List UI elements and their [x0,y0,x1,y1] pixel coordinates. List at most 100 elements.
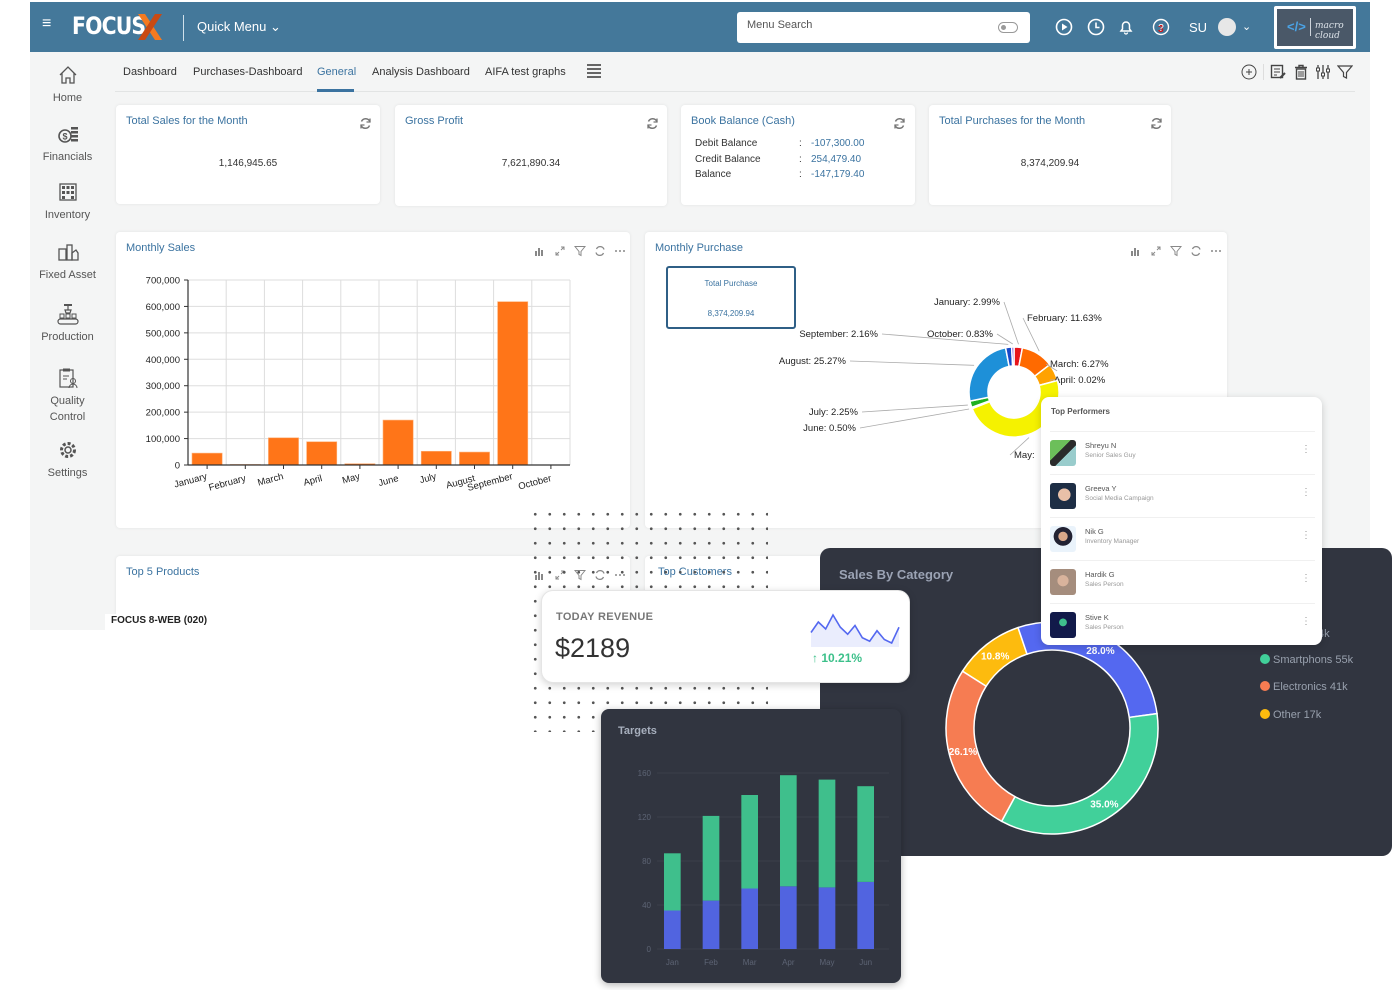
quick-menu-label: Quick Menu [197,19,267,34]
top-performers-card: Top Performers Shreyu N Senior Sales Guy… [1041,397,1322,645]
toolbar-divider [1263,64,1264,80]
hamburger-menu-icon[interactable]: ≡ [42,16,56,32]
sidebar-label: Home [52,92,83,104]
leader-line [996,333,1013,345]
refresh-icon[interactable] [1150,117,1163,130]
delete-icon[interactable] [1293,64,1309,80]
stacked-bar-segment [857,881,874,949]
footer-version-label: FOCUS 8-WEB (020) [111,615,208,626]
monthly-sales-card: Monthly Sales 0 100,000 200,000 300,000 400,… [116,232,630,528]
targets-stacked-bar-chart: 0 40 80 120 160 Jan Feb Mar Apr May Jun [638,769,889,967]
credit-balance-value: 254,479.40 [811,154,862,165]
x-tick-label: April [302,473,323,489]
leader-line [859,408,970,429]
performer-name: Nik G [1085,527,1104,536]
sidebar-item-fixed-asset[interactable]: Fixed Asset [30,241,105,283]
tab-aifa-test-graphs[interactable]: AIFA test graphs [485,66,566,78]
gear-icon [59,442,76,458]
quick-menu-button[interactable]: Quick Menu ⌄ [197,19,281,35]
y-tick-label: 100,000 [146,434,180,445]
add-icon[interactable] [1241,64,1257,80]
brand-name: macro cloud [1315,21,1344,41]
filter-icon[interactable] [1336,64,1354,80]
kpi-value: 7,621,890.34 [501,158,561,169]
refresh-icon[interactable] [893,117,906,130]
tab-general[interactable]: General [317,66,356,78]
sidebar-label: Fixed Asset [39,269,96,281]
colon: : [799,138,802,149]
y-tick-label: 80 [642,857,651,866]
performer-row[interactable]: Hardik G Sales Person ⋮ [1050,560,1315,602]
bar [382,419,414,466]
svg-text:?: ? [1158,23,1164,34]
sidebar-item-financials[interactable]: $ Financials [30,123,105,165]
top-bar: ≡ FOCUS Quick Menu ⌄ Menu Search 3 ? SU … [30,2,1370,52]
slice-label: February: 11.63% [1027,313,1102,324]
y-tick-label: 600,000 [146,302,180,313]
search-toggle[interactable] [998,22,1018,33]
performer-row[interactable]: Shreyu N Senior Sales Guy ⋮ [1050,431,1315,473]
menu-search-box [737,12,1030,43]
building-icon [57,244,79,261]
play-icon[interactable] [1055,18,1073,36]
stacked-bar-segment [741,888,758,949]
today-revenue-label: TODAY REVENUE [556,611,654,623]
slice-label: 10.8% [981,652,1009,663]
slice-label: September: 2.16% [799,329,878,340]
performer-row[interactable]: Nik G Inventory Manager ⋮ [1050,517,1315,559]
tab-purchases-dashboard[interactable]: Purchases-Dashboard [193,66,302,78]
slice-label: June: 0.50% [803,423,856,434]
legend-item-smartphones: Smartphons 55k [1260,654,1353,666]
sidebar-item-settings[interactable]: Settings [30,439,105,481]
more-options-icon[interactable]: ⋮ [1301,573,1311,584]
y-tick-label: 300,000 [146,381,180,392]
focus-x-logo-icon [138,14,162,40]
performer-row[interactable]: Greeva Y Social Media Campaign ⋮ [1050,474,1315,516]
y-tick-label: 160 [638,769,652,778]
tabs-list-icon[interactable] [587,64,601,78]
debit-balance-label: Debit Balance [695,138,758,149]
more-options-icon[interactable]: ⋮ [1301,487,1311,498]
performer-name: Greeva Y [1085,484,1117,493]
today-revenue-value: $2189 [555,633,631,663]
card-title: Top 5 Products [126,566,200,578]
y-tick-label: 500,000 [146,328,180,339]
sidebar-item-inventory[interactable]: Inventory [30,181,105,223]
more-options-icon[interactable]: ⋮ [1301,444,1311,455]
chevron-down-icon[interactable]: ⌄ [1242,20,1251,33]
sidebar-label: Quality [50,395,85,407]
user-avatar[interactable] [1218,18,1236,36]
help-icon[interactable]: ? [1152,18,1170,36]
legend-label: Electronics 41k [1273,681,1348,693]
sidebar-item-quality-control[interactable]: Quality Control [30,367,105,425]
performer-row[interactable]: Stive K Sales Person ⋮ [1050,603,1315,645]
menu-search-input[interactable] [747,19,987,31]
performer-name: Stive K [1085,613,1109,622]
tab-dashboard[interactable]: Dashboard [123,66,177,78]
sidebar-item-home[interactable]: Home [30,64,105,106]
performer-avatar [1050,612,1076,638]
y-tick-label: 200,000 [146,408,180,419]
performer-role: Sales Person [1085,624,1124,631]
bell-icon[interactable] [1117,18,1135,36]
performer-name: Hardik G [1085,570,1115,579]
sidebar: Home $ Financials Inventory Fixed Asset … [30,52,105,630]
x-tick-label: Jun [859,958,872,967]
balance-label: Balance [695,169,732,180]
sliders-icon[interactable] [1315,64,1331,80]
colon: : [799,169,802,180]
clock-icon[interactable] [1087,18,1105,36]
legend-item-other: Other 17k [1260,709,1321,721]
refresh-icon[interactable] [646,117,659,130]
user-initials[interactable]: SU [1189,20,1207,35]
stacked-bar-segment [780,886,797,949]
sidebar-item-production[interactable]: Production [30,303,105,345]
more-options-icon[interactable]: ⋮ [1301,616,1311,627]
more-options-icon[interactable]: ⋮ [1301,530,1311,541]
tab-analysis-dashboard[interactable]: Analysis Dashboard [372,66,470,78]
refresh-icon[interactable] [359,117,372,130]
performer-role: Sales Person [1085,581,1124,588]
bar [420,450,452,466]
dashboard-tabs: Dashboard Purchases-Dashboard General An… [115,52,1355,92]
edit-icon[interactable] [1270,64,1286,80]
